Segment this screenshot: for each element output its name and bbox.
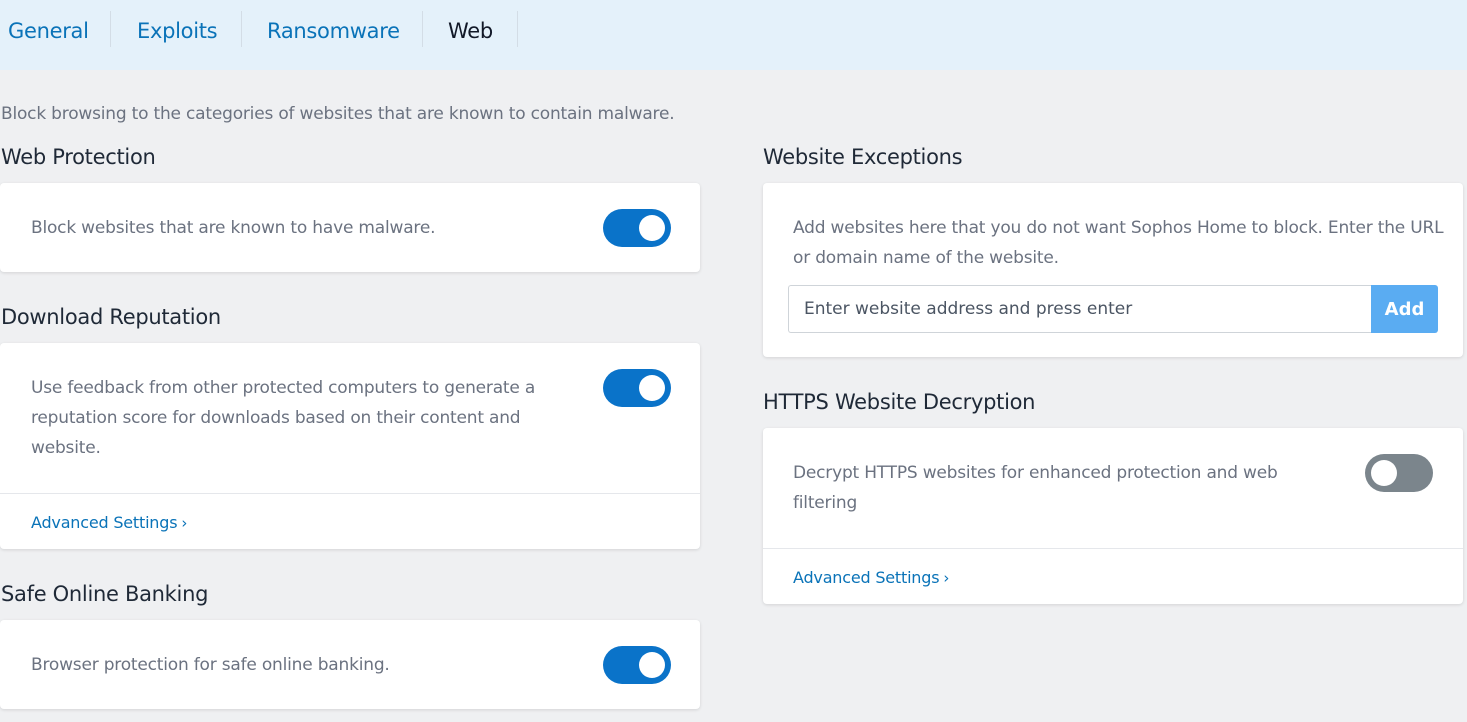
- download-reputation-title: Download Reputation: [1, 305, 221, 329]
- website-address-input[interactable]: [788, 285, 1372, 333]
- toggle-knob: [639, 215, 665, 241]
- safe-banking-card: Browser protection for safe online banki…: [0, 620, 700, 709]
- tab-ransomware[interactable]: Ransomware: [267, 0, 400, 46]
- website-exceptions-description: Add websites here that you do not want S…: [793, 218, 1444, 268]
- https-decryption-advanced-settings-link[interactable]: Advanced Settings ›: [793, 568, 949, 587]
- toggle-knob: [639, 652, 665, 678]
- web-protection-card: Block websites that are known to have ma…: [0, 183, 700, 272]
- https-decryption-card: Decrypt HTTPS websites for enhanced prot…: [763, 428, 1463, 604]
- tab-divider: [241, 11, 242, 47]
- safe-banking-description: Browser protection for safe online banki…: [31, 655, 390, 675]
- https-decryption-description: Decrypt HTTPS websites for enhanced prot…: [793, 463, 1278, 513]
- https-decryption-toggle[interactable]: [1365, 454, 1433, 492]
- tab-general[interactable]: General: [8, 0, 89, 46]
- toggle-knob: [639, 375, 665, 401]
- https-decryption-title: HTTPS Website Decryption: [763, 390, 1036, 414]
- add-website-button[interactable]: Add: [1371, 285, 1438, 333]
- download-reputation-card: Use feedback from other protected comput…: [0, 343, 700, 549]
- web-protection-description: Block websites that are known to have ma…: [31, 218, 436, 238]
- tab-web[interactable]: Web: [448, 0, 493, 46]
- tab-divider: [110, 11, 111, 47]
- web-protection-toggle[interactable]: [603, 209, 671, 247]
- tab-divider: [517, 11, 518, 47]
- safe-banking-toggle[interactable]: [603, 646, 671, 684]
- chevron-right-icon: ›: [943, 569, 950, 587]
- card-divider: [763, 548, 1463, 549]
- website-exceptions-card: Add websites here that you do not want S…: [763, 183, 1463, 357]
- advanced-settings-label: Advanced Settings: [793, 568, 940, 587]
- safe-banking-title: Safe Online Banking: [1, 582, 209, 606]
- download-reputation-advanced-settings-link[interactable]: Advanced Settings ›: [31, 513, 187, 532]
- toggle-knob: [1371, 460, 1397, 486]
- tab-bar: General Exploits Ransomware Web: [0, 0, 1467, 70]
- tab-exploits[interactable]: Exploits: [137, 0, 218, 46]
- advanced-settings-label: Advanced Settings: [31, 513, 178, 532]
- page-description: Block browsing to the categories of webs…: [1, 104, 675, 124]
- website-exceptions-title: Website Exceptions: [763, 145, 963, 169]
- chevron-right-icon: ›: [181, 514, 188, 532]
- download-reputation-toggle[interactable]: [603, 369, 671, 407]
- card-divider: [0, 493, 700, 494]
- download-reputation-description: Use feedback from other protected comput…: [31, 378, 536, 458]
- web-protection-title: Web Protection: [1, 145, 156, 169]
- tab-divider: [422, 11, 423, 47]
